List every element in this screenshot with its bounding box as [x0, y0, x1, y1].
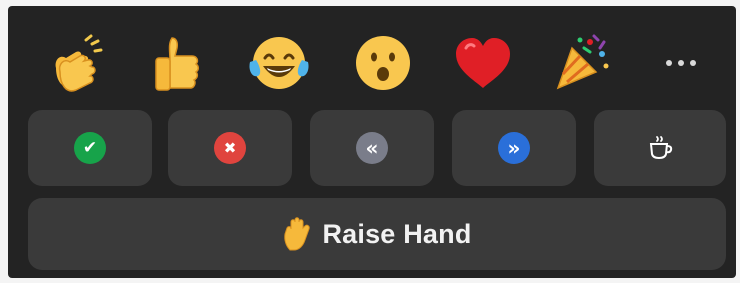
clapping-hands-icon — [55, 34, 103, 92]
reaction-open-mouth-button[interactable] — [348, 28, 418, 98]
reaction-heart-button[interactable] — [448, 28, 518, 98]
reaction-clap-button[interactable] — [42, 28, 112, 98]
open-mouth-icon — [356, 36, 410, 90]
raised-hand-icon — [284, 217, 311, 251]
feedback-no-button[interactable]: ✖ — [168, 110, 292, 186]
nonverbal-feedback-row: ✔ ✖ « » — [28, 110, 726, 186]
slow-down-icon: « — [356, 132, 388, 164]
speed-up-icon: » — [498, 132, 530, 164]
raise-hand-label: Raise Hand — [322, 218, 472, 249]
party-popper-icon — [556, 34, 609, 90]
coffee-cup-icon — [649, 136, 673, 160]
checkmark-icon: ✔ — [74, 132, 106, 164]
more-options-icon — [666, 60, 672, 66]
reactions-panel: ✔ ✖ « » Raise Hand — [8, 6, 736, 278]
feedback-yes-button[interactable]: ✔ — [28, 110, 152, 186]
tears-of-joy-icon — [249, 37, 309, 89]
raise-hand-button[interactable]: Raise Hand — [28, 198, 726, 270]
reaction-party-button[interactable] — [546, 28, 616, 98]
reaction-tears-of-joy-button[interactable] — [244, 28, 314, 98]
thumbs-up-icon — [155, 37, 199, 91]
feedback-coffee-button[interactable] — [594, 110, 726, 186]
feedback-slow-down-button[interactable]: « — [310, 110, 434, 186]
reaction-thumbs-up-button[interactable] — [142, 28, 212, 98]
x-icon: ✖ — [214, 132, 246, 164]
feedback-speed-up-button[interactable]: » — [452, 110, 576, 186]
heart-icon — [456, 38, 510, 88]
more-reactions-button[interactable] — [646, 28, 716, 98]
emoji-reactions-row — [8, 28, 736, 98]
